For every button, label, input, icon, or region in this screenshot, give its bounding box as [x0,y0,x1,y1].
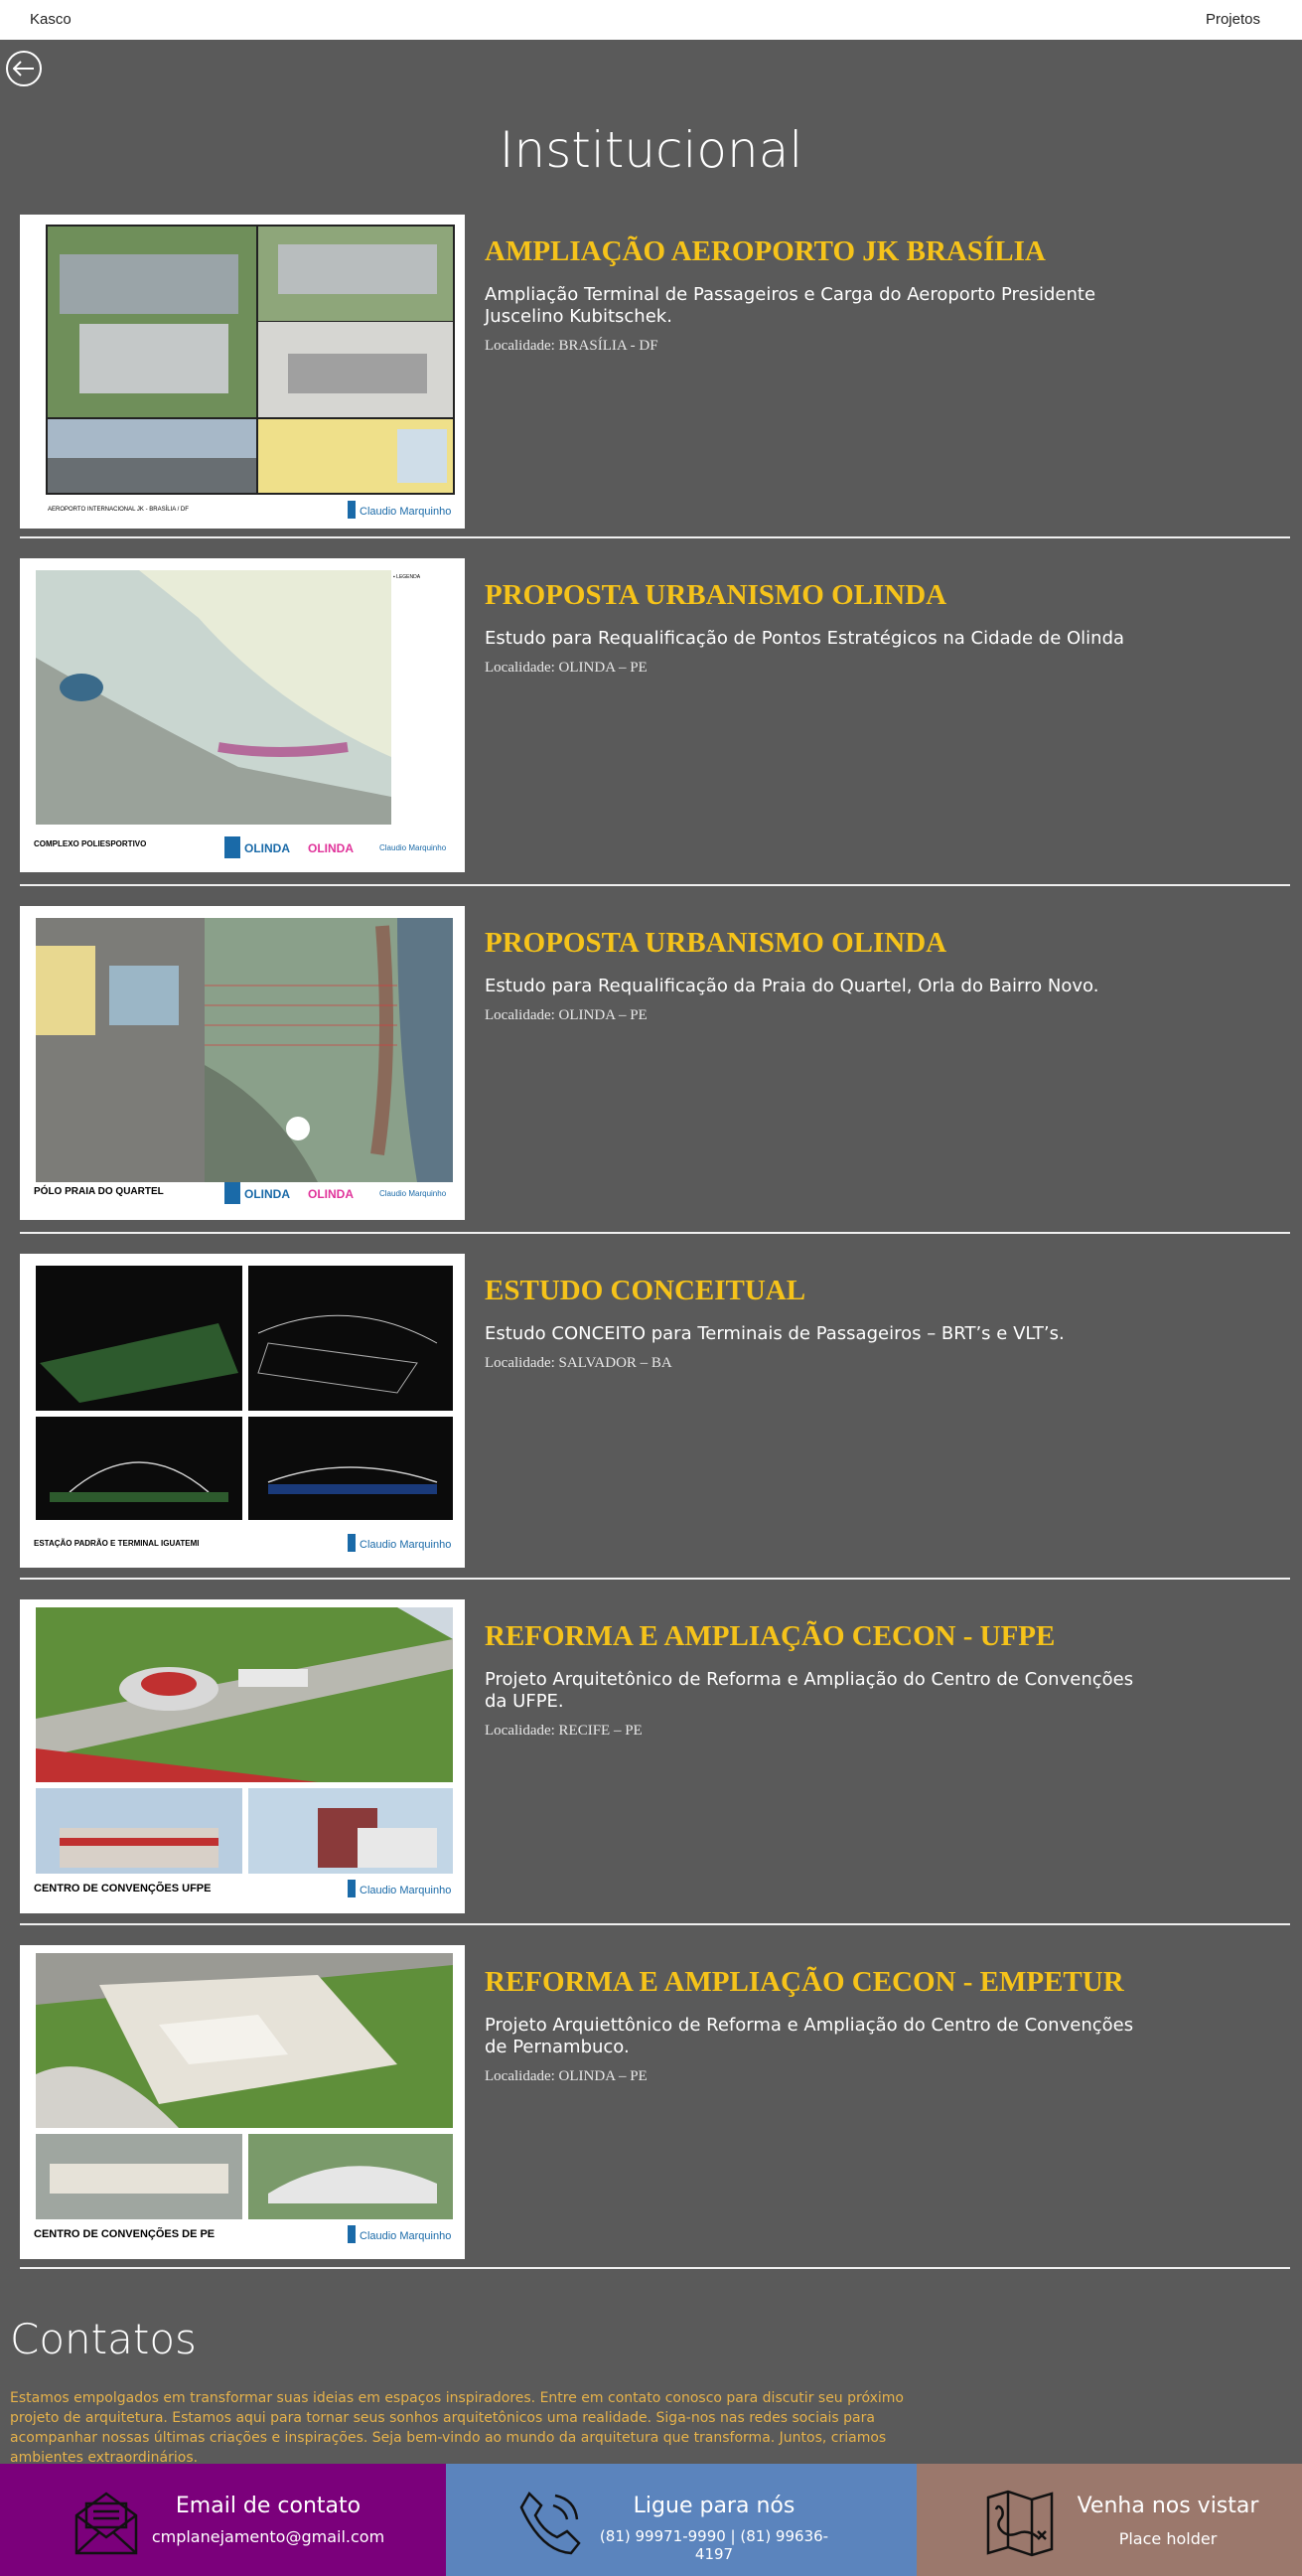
email-value[interactable]: cmplanejamento@gmail.com [139,2527,397,2546]
top-navbar: Kasco Projetos [0,0,1302,40]
divider [20,1923,1290,1925]
project-location: Localidade: SALVADOR – BA [485,1355,672,1371]
project-description: Estudo para Requalificação de Pontos Est… [485,628,1125,649]
image-caption: CENTRO DE CONVENÇÕES UFPE [34,1882,211,1894]
project-description: Projeto Arquiettônico de Reforma e Ampli… [485,2015,1134,2057]
project-image[interactable]: ESTAÇÃO PADRÃO E TERMINAL IGUATEMI Claud… [20,1254,465,1568]
svg-text:OLINDA: OLINDA [244,841,290,855]
back-button[interactable] [6,51,42,86]
project-card[interactable]: CENTRO DE CONVENÇÕES DE PE Claudio Marqu… [20,1945,1290,2277]
image-caption: PÓLO PRAIA DO QUARTEL [34,1184,164,1197]
project-title[interactable]: PROPOSTA URBANISMO OLINDA [485,578,1160,612]
visit-contact-box[interactable]: Venha nos vistar Place holder [917,2464,1302,2576]
divider [20,1232,1290,1234]
phone-title: Ligue para nós [633,2494,796,2518]
phone-contact-box[interactable]: Ligue para nós (81) 99971-9990 | (81) 99… [446,2464,917,2576]
visit-title: Venha nos vistar [1077,2494,1259,2518]
arrow-left-icon [13,61,34,76]
project-title[interactable]: REFORMA E AMPLIAÇÃO CECON - EMPETUR [485,1965,1160,1999]
phone-value[interactable]: (81) 99971-9990 | (81) 99636-4197 [585,2527,843,2563]
visit-value: Place holder [1118,2529,1218,2548]
image-caption: AEROPORTO INTERNACIONAL JK - BRASÍLIA / … [48,506,189,513]
divider [20,536,1290,538]
svg-text:OLINDA: OLINDA [244,1187,290,1201]
project-image[interactable]: PÓLO PRAIA DO QUARTEL OLINDA OLINDA Clau… [20,906,465,1220]
project-location: Localidade: OLINDA – PE [485,1007,648,1023]
project-location: Localidade: BRASÍLIA - DF [485,338,658,354]
email-title: Email de contato [175,2494,362,2518]
email-contact-box[interactable]: Email de contato cmplanejamento@gmail.co… [0,2464,446,2576]
project-card[interactable]: ▪ LEGENDA COMPLEXO POLIESPORTIVO OLINDA … [20,558,1290,890]
project-image[interactable]: CENTRO DE CONVENÇÕES DE PE Claudio Marqu… [20,1945,465,2259]
contacts-text: Estamos empolgados em transformar suas i… [10,2390,904,2466]
project-image[interactable]: CENTRO DE CONVENÇÕES UFPE Claudio Marqui… [20,1599,465,1913]
project-description: Estudo para Requalificação da Praia do Q… [485,976,1099,996]
image-brand: Claudio Marquinho [360,506,451,518]
map-icon [986,2490,1054,2557]
phone-icon [519,2491,581,2555]
project-title[interactable]: PROPOSTA URBANISMO OLINDA [485,926,1160,960]
project-card[interactable]: ESTAÇÃO PADRÃO E TERMINAL IGUATEMI Claud… [20,1254,1290,1586]
project-title[interactable]: REFORMA E AMPLIAÇÃO CECON - UFPE [485,1619,1160,1653]
image-brand: Claudio Marquinho [360,2230,451,2242]
svg-text:OLINDA: OLINDA [308,841,354,855]
project-description: Estudo CONCEITO para Terminais de Passag… [485,1323,1065,1344]
image-caption: COMPLEXO POLIESPORTIVO [34,839,146,848]
svg-text:OLINDA: OLINDA [308,1187,354,1201]
project-image[interactable]: ▪ LEGENDA COMPLEXO POLIESPORTIVO OLINDA … [20,558,465,872]
project-location: Localidade: RECIFE – PE [485,1723,643,1739]
project-location: Localidade: OLINDA – PE [485,2068,648,2084]
project-card[interactable]: PÓLO PRAIA DO QUARTEL OLINDA OLINDA Clau… [20,906,1290,1238]
project-description: Projeto Arquitetônico de Reforma e Ampli… [485,1669,1134,1712]
project-card[interactable]: CENTRO DE CONVENÇÕES UFPE Claudio Marqui… [20,1599,1290,1931]
project-title[interactable]: ESTUDO CONCEITUAL [485,1274,1160,1307]
envelope-icon [74,2492,138,2555]
image-brand: Claudio Marquinho [360,1885,451,1896]
project-card[interactable]: AEROPORTO INTERNACIONAL JK - BRASÍLIA / … [20,215,1290,546]
image-brand: Claudio Marquinho [379,843,447,852]
contacts-title: Contatos [10,2315,197,2363]
nav-projects-link[interactable]: Projetos [1206,11,1260,28]
page-title: Institucional [499,121,803,179]
project-description: Ampliação Terminal de Passageiros e Carg… [485,284,1096,327]
divider [20,2267,1290,2269]
project-title[interactable]: AMPLIAÇÃO AEROPORTO JK BRASÍLIA [485,234,1160,268]
project-image[interactable]: AEROPORTO INTERNACIONAL JK - BRASÍLIA / … [20,215,465,529]
image-brand: Claudio Marquinho [360,1539,451,1551]
svg-text:▪ LEGENDA: ▪ LEGENDA [393,574,421,580]
project-location: Localidade: OLINDA – PE [485,660,648,676]
brand-link[interactable]: Kasco [30,11,72,28]
image-caption: CENTRO DE CONVENÇÕES DE PE [34,2227,215,2240]
image-brand: Claudio Marquinho [379,1189,447,1198]
divider [20,1578,1290,1580]
image-caption: ESTAÇÃO PADRÃO E TERMINAL IGUATEMI [34,1539,200,1548]
divider [20,884,1290,886]
